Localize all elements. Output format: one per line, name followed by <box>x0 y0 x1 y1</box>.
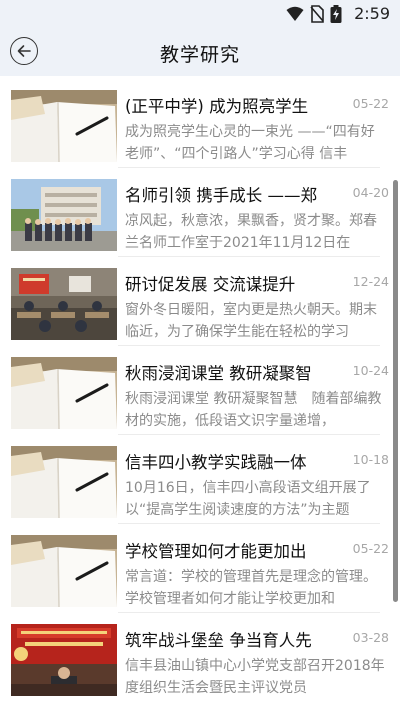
scrollbar[interactable] <box>393 180 398 602</box>
status-bar: 2:59 <box>0 0 400 28</box>
article-thumbnail <box>11 357 117 429</box>
article-summary: 常言道：学校的管理首先是理念的管理。学校管理者如何才能让学校更加和 <box>125 569 377 607</box>
article-summary: 信丰县油山镇中心小学党支部召开2018年度组织生活会暨民主评议党员 <box>125 658 385 696</box>
article-summary: 10月16日，信丰四小高段语文组开展了以“提高学生阅读速度的方法”为主题 <box>125 480 371 518</box>
article-date: 04-20 <box>352 185 389 200</box>
article-date: 03-28 <box>352 630 389 645</box>
article-summary: 成为照亮学生心灵的一束光 ——“四有好老师”、“四个引路人”学习心得 信丰 <box>125 124 375 162</box>
article-item[interactable]: 秋雨浸润课堂 教研凝聚智 10-24 秋雨浸润课堂 教研凝聚智慧 随着部编教材的… <box>0 343 392 435</box>
no-sim-icon <box>310 5 324 23</box>
article-thumbnail <box>11 179 117 251</box>
article-item[interactable]: 筑牢战斗堡垒 争当育人先 03-28 信丰县油山镇中心小学党支部召开2018年度… <box>0 610 392 698</box>
article-item[interactable]: 研讨促发展 交流谋提升 12-24 窗外冬日暖阳，室内更是热火朝天。期末临近，为… <box>0 254 392 346</box>
article-summary: 凉风起，秋意浓，果飘香，贤才聚。郑春兰名师工作室于2021年11月12日在 <box>125 213 377 251</box>
article-list[interactable]: (正平中学) 成为照亮学生 05-22 成为照亮学生心灵的一束光 ——“四有好老… <box>0 76 400 712</box>
article-title: 筑牢战斗堡垒 争当育人先 <box>125 631 312 650</box>
wifi-icon <box>286 6 304 22</box>
article-item[interactable]: 名师引领 携手成长 ——郑 04-20 凉风起，秋意浓，果飘香，贤才聚。郑春兰名… <box>0 165 392 257</box>
article-title: 秋雨浸润课堂 教研凝聚智 <box>125 364 312 383</box>
battery-charging-icon <box>330 5 342 23</box>
article-thumbnail <box>11 446 117 518</box>
article-item[interactable]: (正平中学) 成为照亮学生 05-22 成为照亮学生心灵的一束光 ——“四有好老… <box>0 76 392 168</box>
article-date: 10-24 <box>352 363 389 378</box>
article-thumbnail <box>11 268 117 340</box>
article-title: 研讨促发展 交流谋提升 <box>125 275 296 294</box>
article-summary: 秋雨浸润课堂 教研凝聚智慧 随着部编教材的实施，低段语文识字量递增， <box>125 391 382 429</box>
article-summary: 窗外冬日暖阳，室内更是热火朝天。期末临近，为了确保学生能在轻松的学习 <box>125 302 377 340</box>
article-date: 12-24 <box>352 274 389 289</box>
article-date: 10-18 <box>352 452 389 467</box>
article-title: (正平中学) 成为照亮学生 <box>125 97 309 116</box>
article-item[interactable]: 信丰四小教学实践融一体 10-18 10月16日，信丰四小高段语文组开展了以“提… <box>0 432 392 524</box>
status-icons <box>286 5 342 23</box>
article-date: 05-22 <box>352 541 389 556</box>
article-title: 信丰四小教学实践融一体 <box>125 453 307 472</box>
article-date: 05-22 <box>352 96 389 111</box>
article-thumbnail <box>11 624 117 696</box>
article-title: 名师引领 携手成长 ——郑 <box>125 186 317 205</box>
status-time: 2:59 <box>354 4 390 23</box>
article-item[interactable]: 学校管理如何才能更加出 05-22 常言道：学校的管理首先是理念的管理。学校管理… <box>0 521 392 613</box>
article-thumbnail <box>11 90 117 162</box>
page-title: 教学研究 <box>159 44 240 66</box>
app-header: 教学研究 <box>0 28 400 76</box>
article-title: 学校管理如何才能更加出 <box>125 542 307 561</box>
article-thumbnail <box>11 535 117 607</box>
